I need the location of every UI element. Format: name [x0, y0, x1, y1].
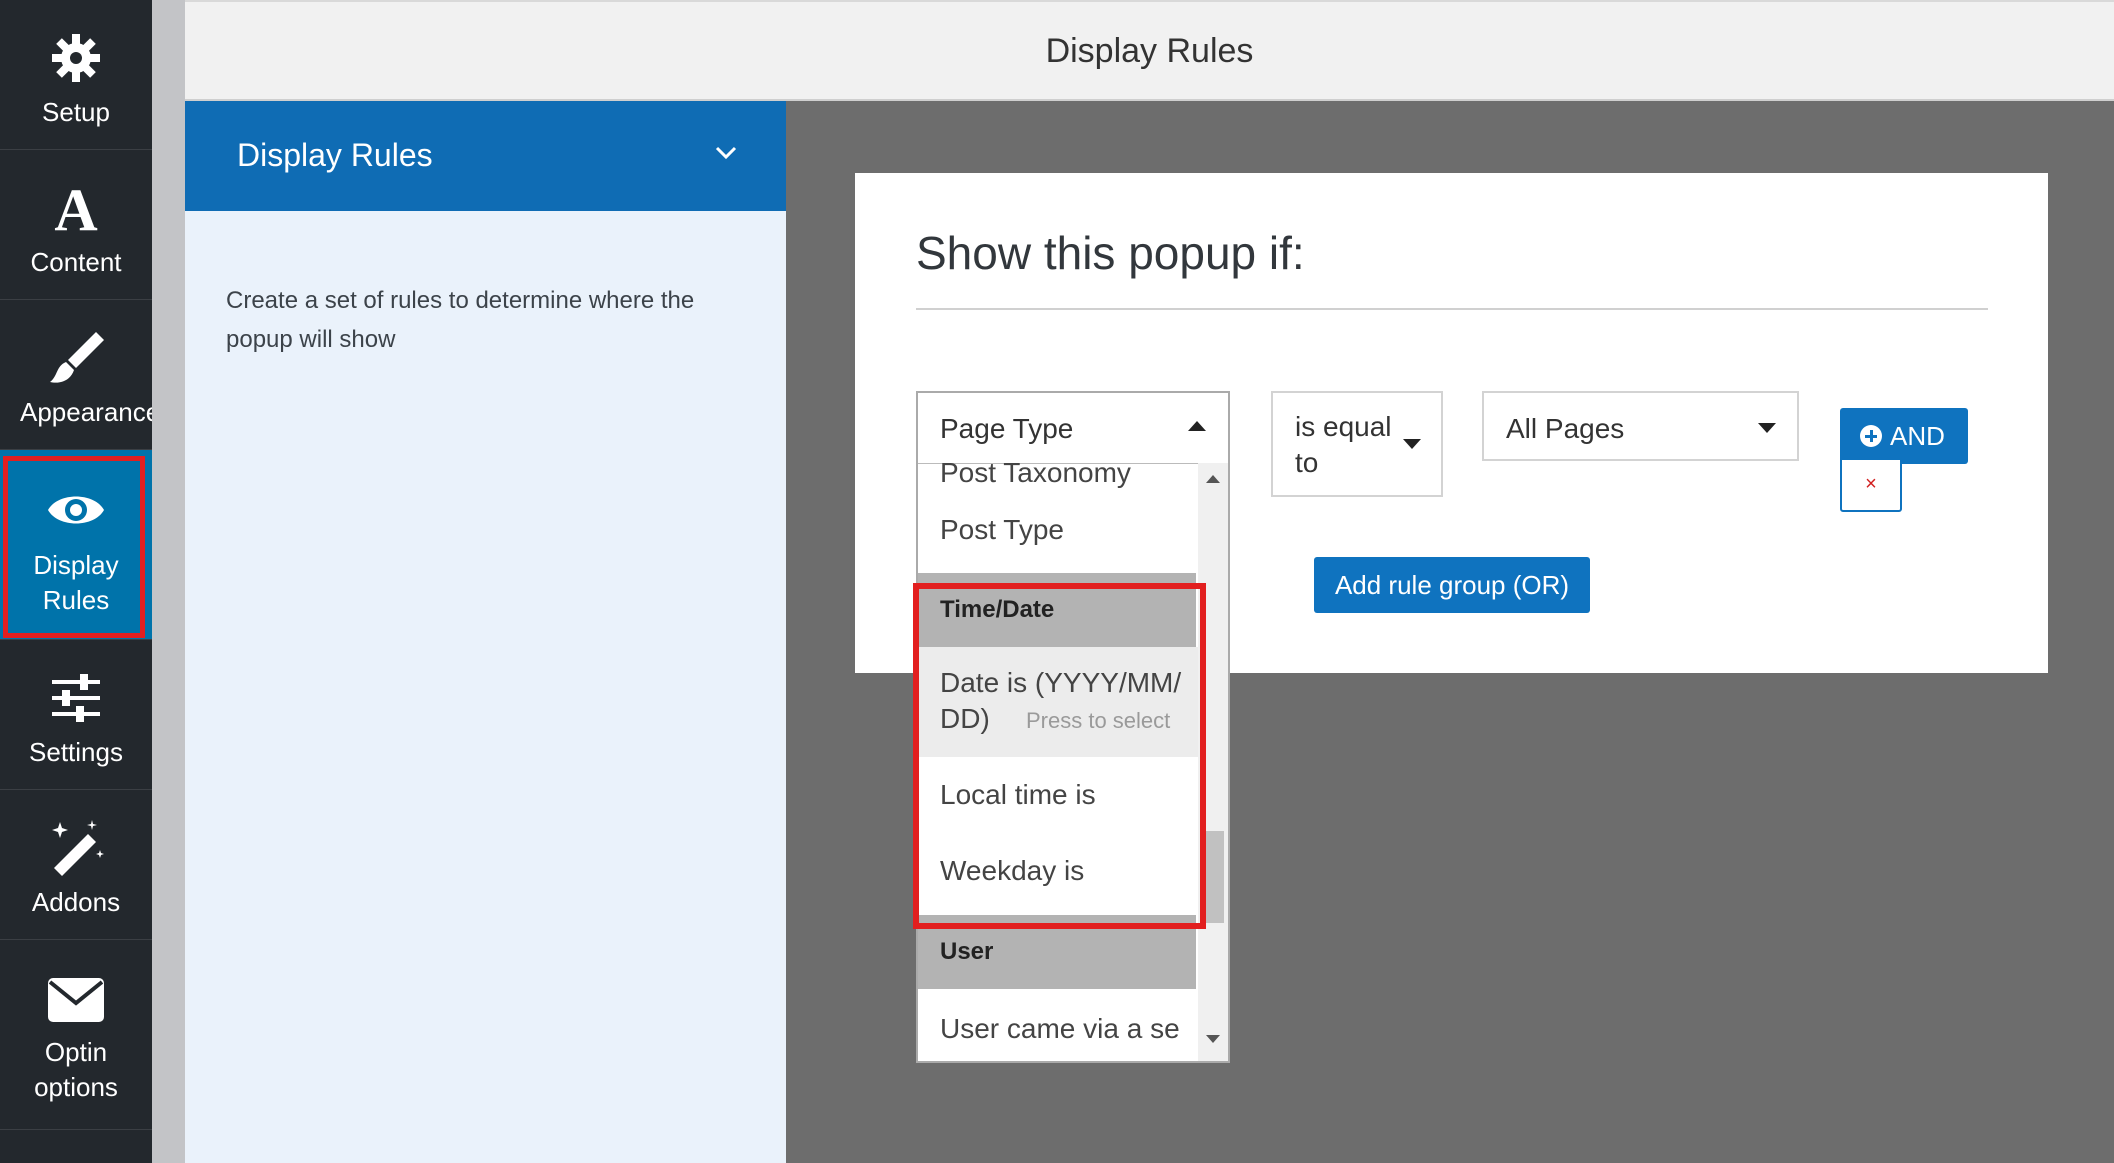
sidebar-item-label: Addons — [31, 887, 121, 917]
sidebar-item-label: Appearance — [20, 397, 161, 427]
scroll-down-arrow-icon[interactable] — [1206, 1035, 1220, 1043]
paintbrush-icon — [0, 328, 152, 388]
panel-header[interactable]: Display Rules — [185, 101, 786, 211]
highlight-box — [3, 456, 145, 638]
add-rule-group-button[interactable]: Add rule group (OR) — [1314, 557, 1590, 613]
operator-select-line2: to — [1295, 447, 1319, 478]
page-header: Display Rules — [185, 0, 2114, 101]
highlight-box — [913, 583, 1206, 929]
sidebar-item-label: Setup — [42, 97, 110, 127]
chevron-down-icon[interactable] — [715, 146, 737, 165]
sidebar-item-label: Content — [30, 247, 122, 277]
sliders-icon — [0, 668, 152, 728]
operator-select[interactable]: is equal to — [1271, 391, 1443, 497]
condition-select-value: Page Type — [940, 413, 1074, 444]
caret-up-icon — [1188, 421, 1206, 431]
condition-select[interactable]: Page Type — [918, 393, 1228, 464]
sidebar-item-optin-options[interactable]: Optin options — [0, 940, 152, 1130]
sidebar-item-addons[interactable]: Addons — [0, 790, 152, 940]
panel-description: Create a set of rules to determine where… — [226, 287, 695, 353]
page-title: Display Rules — [1045, 32, 1254, 70]
operator-select-line1: is equal — [1295, 411, 1392, 442]
plus-circle-icon — [1860, 425, 1882, 447]
divider — [916, 308, 1988, 310]
value-select-value: All Pages — [1506, 413, 1625, 444]
panel-title: Display Rules — [237, 137, 433, 173]
sidebar-item-content[interactable]: A Content — [0, 150, 152, 300]
caret-down-icon — [1403, 439, 1421, 449]
sidebar-item-label: Settings — [29, 737, 123, 767]
value-select[interactable]: All Pages — [1482, 391, 1799, 461]
sidebar-gutter — [152, 0, 185, 1163]
sidebar-item-appearance[interactable]: Appearance — [0, 300, 160, 450]
dropdown-option[interactable]: User came via a se — [918, 991, 1198, 1061]
envelope-icon — [0, 970, 152, 1030]
sidebar-item-label: options — [34, 1072, 118, 1102]
sidebar-item-settings[interactable]: Settings — [0, 640, 152, 790]
and-button-label: AND — [1890, 421, 1945, 451]
dropdown-option[interactable]: Post Type — [918, 493, 1198, 567]
scroll-up-arrow-icon[interactable] — [1206, 475, 1220, 483]
left-sidebar: Setup A Content Appearance Display Rules… — [0, 0, 160, 1163]
dropdown-option[interactable]: Post Taxonomy — [918, 463, 1198, 493]
remove-rule-button[interactable]: × — [1840, 458, 1902, 512]
svg-text:A: A — [54, 180, 97, 236]
letter-a-icon: A — [0, 178, 152, 238]
sidebar-item-setup[interactable]: Setup — [0, 0, 152, 150]
magic-wand-icon — [0, 818, 152, 878]
gear-icon — [0, 28, 152, 88]
sidebar-item-label: Optin — [44, 1037, 108, 1067]
section-panel: Display Rules Create a set of rules to d… — [185, 101, 786, 1163]
and-button[interactable]: AND — [1840, 408, 1968, 464]
caret-down-icon — [1758, 423, 1776, 433]
card-title: Show this popup if: — [916, 227, 1305, 279]
